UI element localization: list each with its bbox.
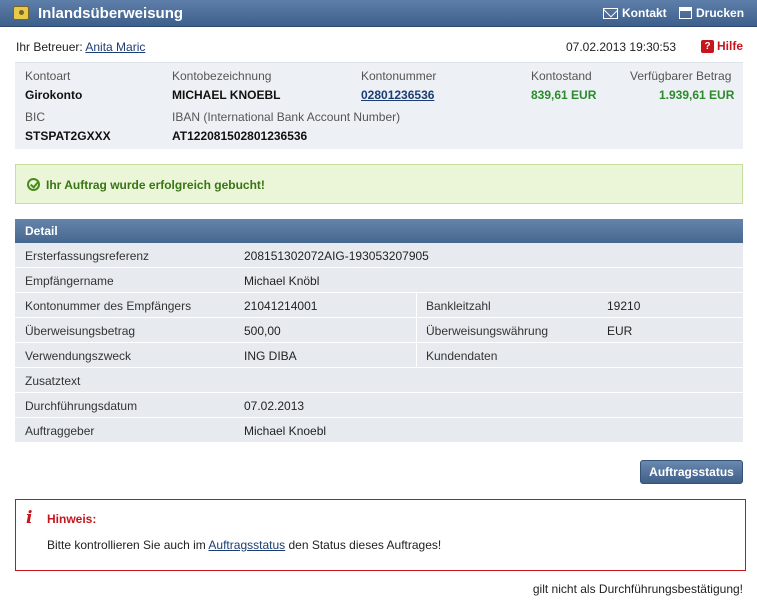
hint-text-after: den Status dieses Auftrages! [285,538,442,552]
detail-label: Durchführungsdatum [25,399,138,413]
column-divider [416,318,417,343]
detail-row-recipient: Empfängername Michael Knöbl [15,268,743,293]
account-name-label: Kontobezeichnung [172,69,272,83]
order-status-button[interactable]: Auftragsstatus [640,460,743,484]
detail-value: 21041214001 [244,299,318,313]
account-type-label: Kontoart [25,69,71,83]
detail-value: 208151302072AIG-193053207905 [244,249,429,263]
advisor-name-link[interactable]: Anita Maric [85,40,145,54]
printer-icon [679,7,692,19]
print-link[interactable]: Drucken [679,6,744,20]
footer-note: gilt nicht als Durchführungsbestätigung! [532,582,743,596]
column-divider [416,343,417,368]
contact-label: Kontakt [622,6,667,20]
detail-value: 07.02.2013 [244,399,305,413]
account-summary: Kontoart Kontobezeichnung Kontonummer Ko… [15,62,743,149]
wallet-icon [13,6,29,20]
detail-label: Bankleitzahl [426,299,491,313]
order-status-link[interactable]: Auftragsstatus [208,538,285,552]
balance-label: Kontostand [531,69,592,83]
help-link[interactable]: ? Hilfe [701,39,743,53]
detail-label: Ersterfassungsreferenz [25,249,150,263]
envelope-icon [603,7,618,19]
available-amount-label: Verfügbarer Betrag [630,69,732,83]
detail-label: Verwendungszweck [25,349,132,363]
detail-row-additional-text: Zusatztext [15,368,743,393]
detail-label: Kontonummer des Empfängers [25,299,192,313]
detail-label: Empfängername [25,274,114,288]
info-icon: i [26,508,33,528]
detail-label: Auftraggeber [25,424,95,438]
detail-value: ING DIBA [244,349,297,363]
detail-row-reference: Ersterfassungsreferenz 208151302072AIG-1… [15,243,743,268]
detail-label: Zusatztext [25,374,81,388]
detail-row-recipient-account: Kontonummer des Empfängers 21041214001 B… [15,293,743,318]
detail-value: EUR [607,324,633,338]
title-bar: Inlandsüberweisung Kontakt Drucken [0,0,757,27]
checkmark-icon [27,178,40,191]
help-icon: ? [701,39,714,53]
help-label: Hilfe [717,39,744,53]
hint-title: Hinweis: [47,512,97,526]
balance-value: 839,61 EUR [531,88,597,102]
account-type-value: Girokonto [25,88,83,102]
detail-row-originator: Auftraggeber Michael Knoebl [15,418,743,443]
advisor-label: Ihr Betreuer: [16,40,83,54]
detail-value: Michael Knoebl [244,424,327,438]
column-divider [416,293,417,318]
detail-label: Überweisungswährung [426,324,549,338]
detail-label: Kundendaten [426,349,498,363]
detail-row-execution-date: Durchführungsdatum 07.02.2013 [15,393,743,418]
detail-table: Ersterfassungsreferenz 208151302072AIG-1… [15,243,743,443]
bic-label: BIC [25,110,46,124]
advisor-info: Ihr Betreuer: Anita Maric [16,40,145,54]
detail-row-amount: Überweisungsbetrag 500,00 Überweisungswä… [15,318,743,343]
account-number-link[interactable]: 02801236536 [361,88,434,102]
detail-value: 500,00 [244,324,281,338]
account-name-value: MICHAEL KNOEBL [172,88,281,102]
detail-value: 19210 [607,299,641,313]
success-message-box: Ihr Auftrag wurde erfolgreich gebucht! [15,164,743,204]
detail-value: Michael Knöbl [244,274,320,288]
iban-label: IBAN (International Bank Account Number) [172,110,401,124]
account-number-label: Kontonummer [361,69,437,83]
detail-label: Überweisungsbetrag [25,324,136,338]
hint-text-before: Bitte kontrollieren Sie auch im [47,538,209,552]
bic-value: STSPAT2GXXX [25,129,111,143]
success-message: Ihr Auftrag wurde erfolgreich gebucht! [46,178,265,192]
print-label: Drucken [696,6,745,20]
hint-text: Bitte kontrollieren Sie auch im Auftrags… [47,538,441,552]
detail-heading: Detail [15,219,743,243]
contact-link[interactable]: Kontakt [603,6,667,20]
available-amount-value: 1.939,61 EUR [659,88,735,102]
session-datetime: 07.02.2013 19:30:53 [566,40,677,54]
hint-box: i Hinweis: Bitte kontrollieren Sie auch … [15,499,746,571]
page-title: Inlandsüberweisung [38,5,184,22]
detail-row-purpose: Verwendungszweck ING DIBA Kundendaten [15,343,743,368]
iban-value: AT122081502801236536 [172,129,308,143]
